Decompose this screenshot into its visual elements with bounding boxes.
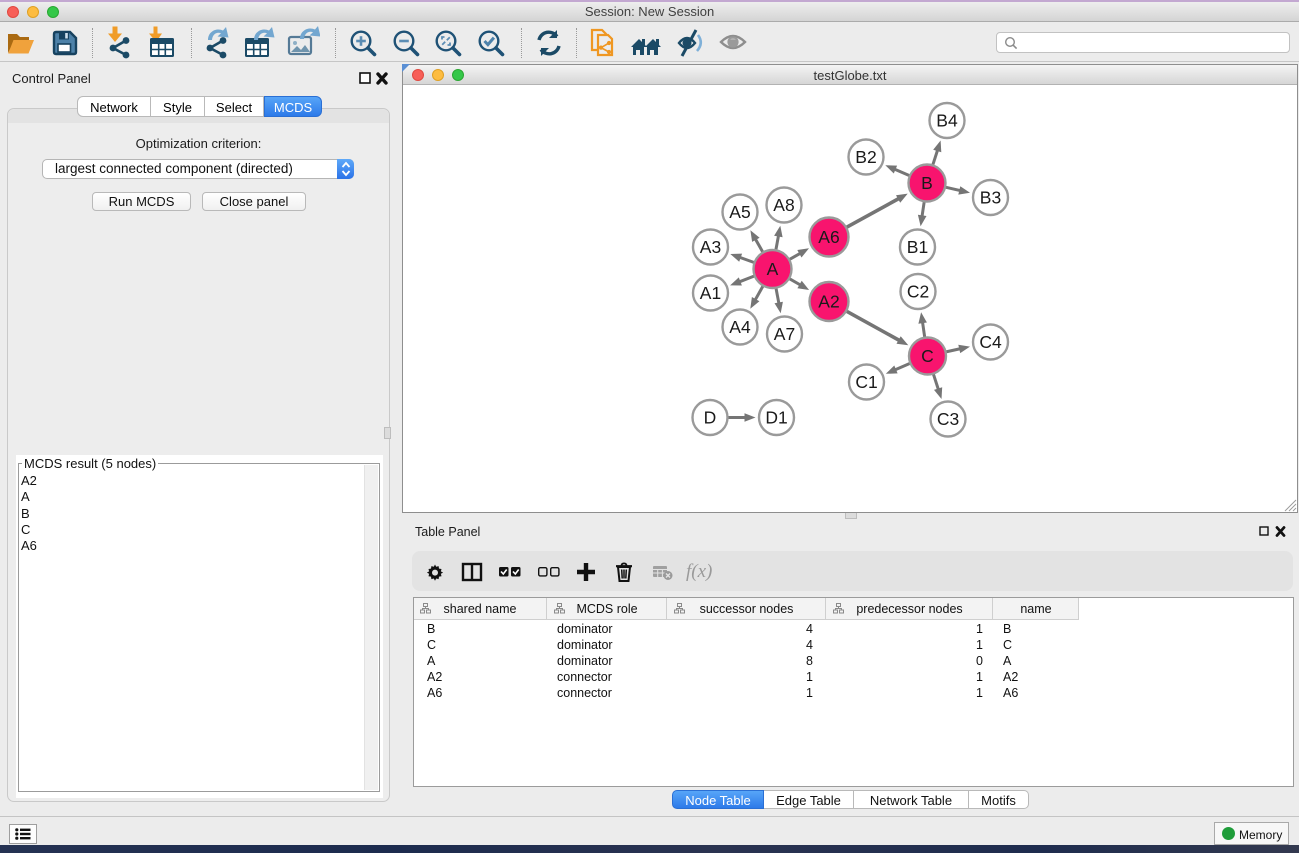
svg-text:A5: A5: [729, 202, 750, 222]
svg-text:B1: B1: [907, 237, 928, 257]
svg-text:C: C: [921, 346, 934, 366]
svg-text:A2: A2: [818, 292, 839, 312]
svg-text:A4: A4: [729, 317, 751, 337]
svg-text:B2: B2: [855, 147, 876, 167]
svg-text:C3: C3: [937, 409, 959, 429]
svg-text:D1: D1: [765, 408, 787, 428]
svg-text:A3: A3: [700, 237, 721, 257]
svg-text:C4: C4: [979, 332, 1002, 352]
svg-text:A: A: [767, 259, 779, 279]
svg-text:B3: B3: [980, 188, 1001, 208]
svg-text:A6: A6: [818, 227, 839, 247]
svg-text:B: B: [921, 173, 933, 193]
svg-text:A1: A1: [700, 283, 721, 303]
svg-text:B4: B4: [936, 111, 958, 131]
svg-text:A8: A8: [773, 195, 794, 215]
svg-text:D: D: [704, 408, 717, 428]
svg-text:C1: C1: [855, 372, 877, 392]
svg-text:A7: A7: [774, 324, 795, 344]
svg-text:C2: C2: [907, 282, 929, 302]
